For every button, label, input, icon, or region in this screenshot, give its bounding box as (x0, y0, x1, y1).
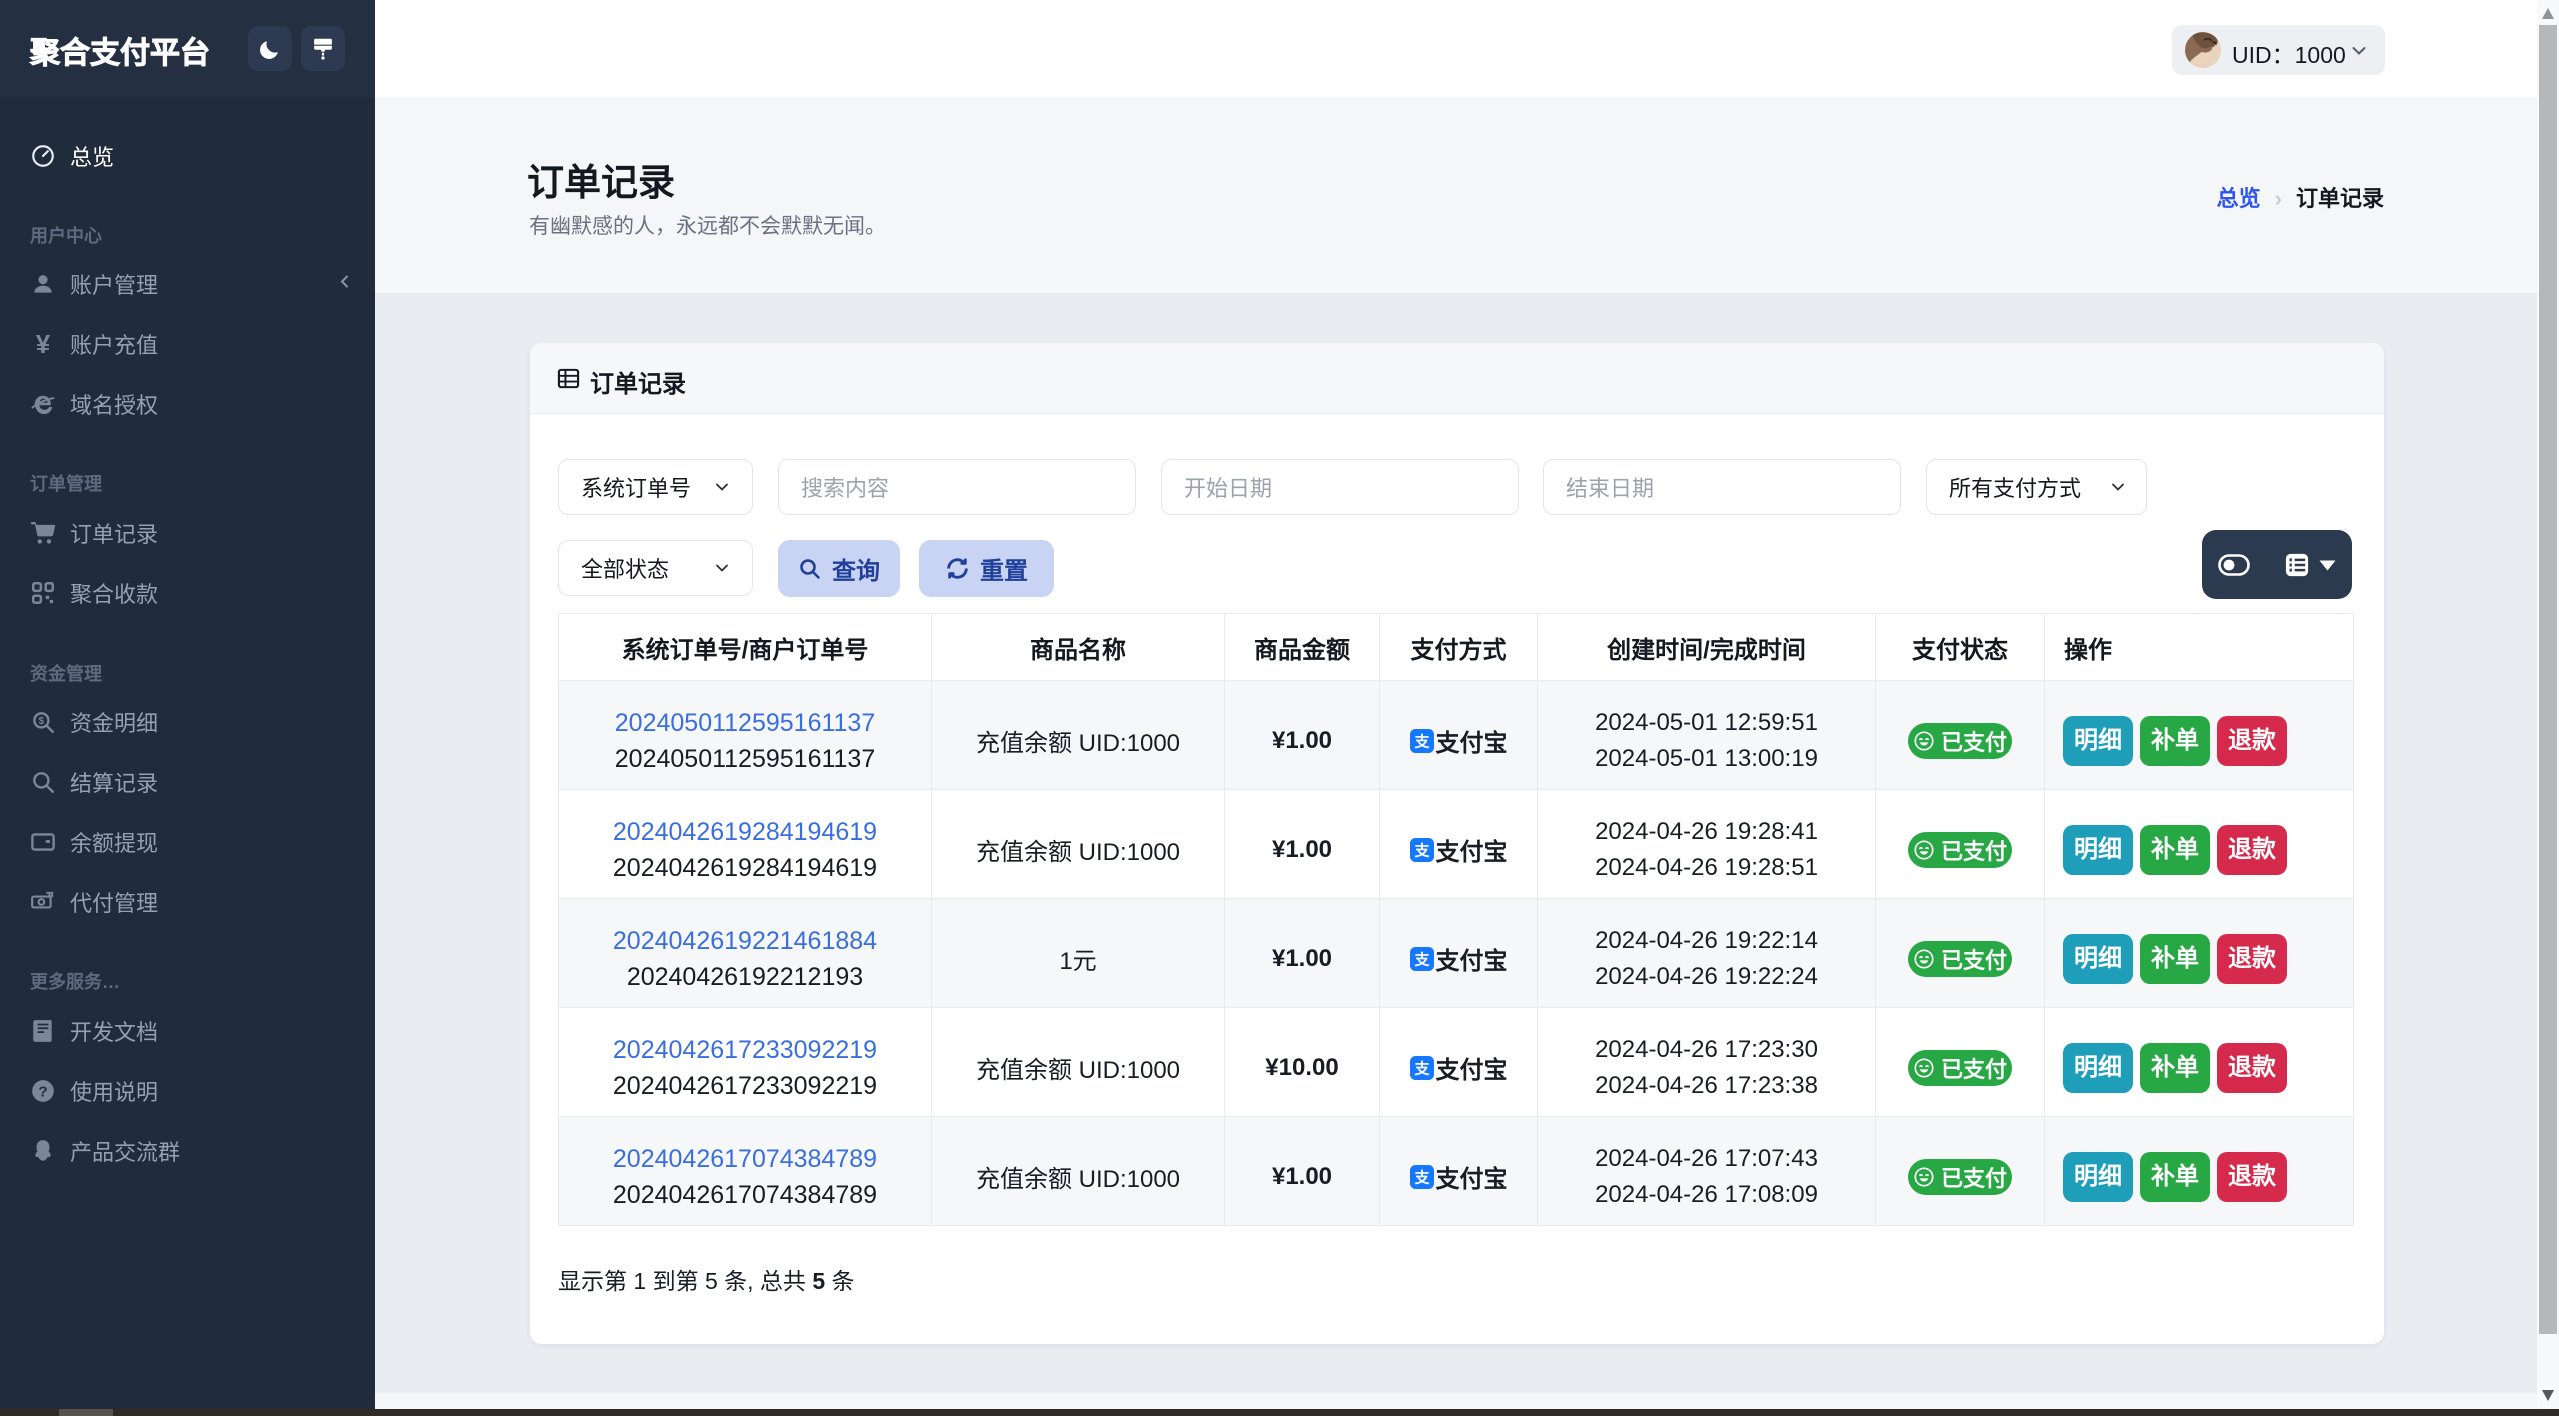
svg-text:支: 支 (1413, 732, 1430, 750)
svg-text:?: ? (38, 1083, 47, 1100)
svg-text:支: 支 (1413, 1168, 1430, 1186)
svg-text:支: 支 (1413, 950, 1430, 968)
svg-text:支: 支 (1413, 1059, 1430, 1077)
svg-text:支: 支 (1413, 841, 1430, 859)
svg-text:$: $ (39, 716, 45, 727)
